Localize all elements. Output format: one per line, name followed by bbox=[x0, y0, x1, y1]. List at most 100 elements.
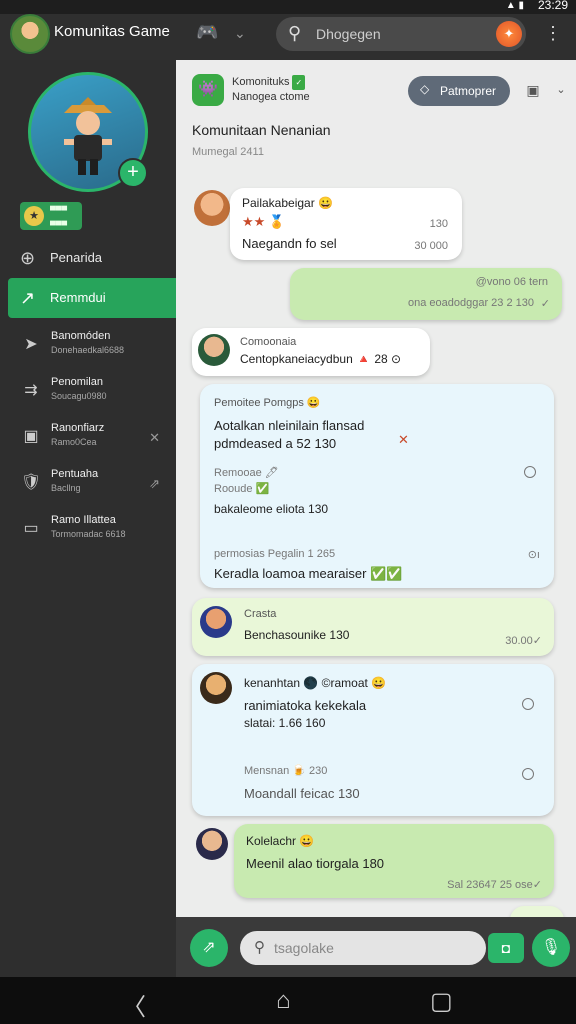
channel-subtitle: Tormomadac 6618 bbox=[51, 529, 126, 539]
message-text: Centopkaneiacydbun 🔺 28 ⊙ bbox=[240, 352, 402, 366]
chat-message-partial[interactable] bbox=[510, 906, 564, 917]
sender-name: Pailakabeigar 😀 bbox=[242, 196, 333, 210]
flame-badge-icon[interactable]: ✦ bbox=[496, 21, 522, 47]
message-time: 30.00✓ bbox=[505, 635, 542, 647]
chat-header: 👾 Komonituks ✓ Nanogea ctome ◇ Patmoprer … bbox=[176, 60, 576, 160]
nav-label: Penarida bbox=[50, 250, 103, 265]
pill-label: Patmoprer bbox=[440, 84, 497, 98]
rating-stars: ★★ 🏅 bbox=[242, 214, 286, 229]
badge-text-2: ▄▄▄ bbox=[50, 216, 68, 225]
sender-name: Kolelachr 😀 bbox=[246, 834, 315, 848]
fast-forward-icon: ⇉ bbox=[24, 382, 38, 399]
app-avatar[interactable] bbox=[10, 14, 50, 54]
medal-icon: ★ bbox=[24, 206, 44, 226]
search-icon: ⚲ bbox=[288, 23, 302, 43]
camera-icon: ▣ bbox=[23, 428, 39, 445]
message-time: 30 000 bbox=[414, 240, 448, 252]
poll-question: Aotalkan nleinilain flansad bbox=[214, 418, 365, 433]
microphone-icon[interactable]: 🎙 bbox=[532, 929, 570, 967]
channel-item[interactable]: 🛡 Pentuaha Bacllng ⇗ bbox=[18, 466, 168, 510]
home-icon[interactable]: ⌂ bbox=[276, 987, 291, 1015]
poll-option[interactable]: Moandall feicac 130 bbox=[244, 786, 360, 801]
poll-option[interactable]: permosias Pegalin 1 265 bbox=[214, 548, 335, 560]
add-profile-button[interactable]: + bbox=[118, 158, 148, 188]
expand-icon[interactable]: ⇗ bbox=[149, 476, 160, 492]
chat-message[interactable]: Kolelachr 😀 Meenil alao tiorgala 180 Sal… bbox=[234, 824, 554, 898]
more-options-icon[interactable]: ⋮ bbox=[544, 23, 562, 44]
avatar[interactable] bbox=[194, 190, 230, 226]
poll-option[interactable]: Rooude ✅ bbox=[214, 482, 269, 495]
group-name: Komonituks ✓ Nanogea ctome bbox=[232, 75, 310, 105]
recent-apps-icon[interactable]: ▢ bbox=[430, 987, 453, 1016]
read-check-icon: ✓ bbox=[540, 298, 550, 310]
channel-title: Pentuaha bbox=[51, 468, 99, 480]
trend-icon: ↗ bbox=[20, 288, 36, 308]
send-icon: ➤ bbox=[24, 336, 38, 353]
gamepad-icon[interactable]: 🎮 bbox=[196, 22, 218, 43]
group-name-line1: Komonituks bbox=[232, 76, 290, 88]
poll-radio[interactable] bbox=[522, 768, 534, 780]
channel-subtitle: Soucagu0980 bbox=[51, 391, 107, 401]
top-bar: Komunitas Game 🎮 ⌄ ⚲ Dhogegen ✦ ⋮ bbox=[0, 14, 576, 60]
poll-option[interactable]: bakaleome eliota 130 bbox=[214, 502, 328, 516]
attach-icon[interactable]: ⇗ bbox=[190, 929, 228, 967]
channel-item[interactable]: ▭ Ramo Illattea Tormomadac 6618 bbox=[18, 512, 168, 556]
poll-option[interactable]: Mensnan 🍺 230 bbox=[244, 764, 327, 777]
status-bar: ▲ ▮ 23:29 bbox=[0, 0, 576, 14]
search-input[interactable]: ⚲ Dhogegen ✦ bbox=[276, 17, 526, 51]
chevron-down-icon[interactable]: ⌄ bbox=[234, 25, 246, 42]
poll-radio[interactable] bbox=[522, 698, 534, 710]
group-icon[interactable]: 👾 bbox=[192, 74, 224, 106]
message-input[interactable]: ⚲ tsagolake bbox=[240, 931, 486, 965]
avatar[interactable] bbox=[198, 334, 230, 366]
camera-icon[interactable]: ◘ bbox=[488, 933, 524, 963]
channel-item[interactable]: ➤ Banomóden Donehaedkal6688 bbox=[18, 328, 168, 372]
window-icon: ▭ bbox=[23, 520, 39, 537]
search-placeholder: Dhogegen bbox=[316, 26, 381, 42]
back-icon[interactable]: 〈 bbox=[122, 987, 146, 1022]
message-text: Benchasounike 130 bbox=[244, 628, 350, 642]
poll-option[interactable]: Remooae 🖊 bbox=[214, 466, 279, 479]
nav-item-remmdui[interactable]: ↗ Remmdui bbox=[8, 278, 176, 318]
shield-icon: 🛡 bbox=[20, 474, 42, 491]
chat-panel: 👾 Komonituks ✓ Nanogea ctome ◇ Patmoprer … bbox=[176, 60, 576, 917]
channel-subtitle: Bacllng bbox=[51, 483, 81, 493]
poll-radio[interactable] bbox=[524, 466, 536, 478]
channel-title: Ramo Illattea bbox=[51, 514, 116, 526]
channel-title: Banomóden bbox=[51, 330, 111, 342]
save-icon[interactable]: ▣ bbox=[520, 76, 546, 104]
channel-item[interactable]: ⇉ Penomilan Soucagu0980 bbox=[18, 374, 168, 418]
avatar[interactable] bbox=[200, 606, 232, 638]
poll-message[interactable]: Pemoitee Pomgps 😀 Aotalkan nleinilain fl… bbox=[200, 384, 554, 588]
channel-title: Penomilan bbox=[51, 376, 103, 388]
level-badge: ★ ▀▀▀ ▄▄▄ bbox=[20, 202, 82, 230]
message-text: ranimiatoka kekekala bbox=[244, 698, 367, 713]
chevron-down-icon[interactable]: ⌄ bbox=[548, 76, 574, 104]
avatar[interactable] bbox=[200, 672, 232, 704]
poll-radio[interactable]: ⊙ı bbox=[528, 548, 540, 561]
chat-message[interactable]: Crasta Benchasounike 130 30.00✓ bbox=[192, 598, 554, 656]
system-nav-bar: 〈 ⌂ ▢ bbox=[0, 977, 576, 1024]
signal-icon: ▲ ▮ bbox=[505, 0, 524, 11]
chat-message[interactable]: Comoonaia Centopkaneiacydbun 🔺 28 ⊙ bbox=[192, 328, 430, 376]
avatar[interactable] bbox=[196, 828, 228, 860]
tag-icon: ◇ bbox=[420, 82, 430, 96]
close-icon[interactable]: ✕ bbox=[398, 432, 409, 448]
group-name-line2: Nanogea ctome bbox=[232, 91, 310, 103]
sender-name: Crasta bbox=[244, 608, 277, 620]
close-icon[interactable]: ✕ bbox=[149, 430, 160, 446]
chat-message[interactable]: kenanhtan 🌑 ©ramoat 😀 ranimiatoka kekeka… bbox=[192, 664, 554, 816]
nav-item-penarida[interactable]: ⊕ Penarida bbox=[8, 238, 176, 278]
chat-message[interactable]: Pailakabeigar 😀 ★★ 🏅 Naegandn fo sel 130… bbox=[230, 188, 462, 260]
search-icon: ⊕ bbox=[20, 248, 36, 268]
message-time: 130 bbox=[429, 218, 448, 230]
page-title: Komunitaan Nenanian bbox=[192, 122, 331, 138]
channel-subtitle: Ramo0Cea bbox=[51, 437, 97, 447]
pill-button[interactable]: ◇ Patmoprer bbox=[408, 76, 510, 106]
chat-message-own[interactable]: @vono 06 tern ona eoadodggar 23 2 130 ✓ bbox=[290, 268, 562, 320]
poll-option[interactable]: Keradla loamoa mearaiser ✅✅ bbox=[214, 566, 402, 582]
channel-item[interactable]: ▣ Ranonfiarz Ramo0Cea ✕ bbox=[18, 420, 168, 464]
message-text: Meenil alao tiorgala 180 bbox=[246, 856, 385, 871]
page-subtitle: Mumegal 2411 bbox=[192, 146, 264, 158]
message-text: Naegandn fo sel bbox=[242, 236, 337, 251]
